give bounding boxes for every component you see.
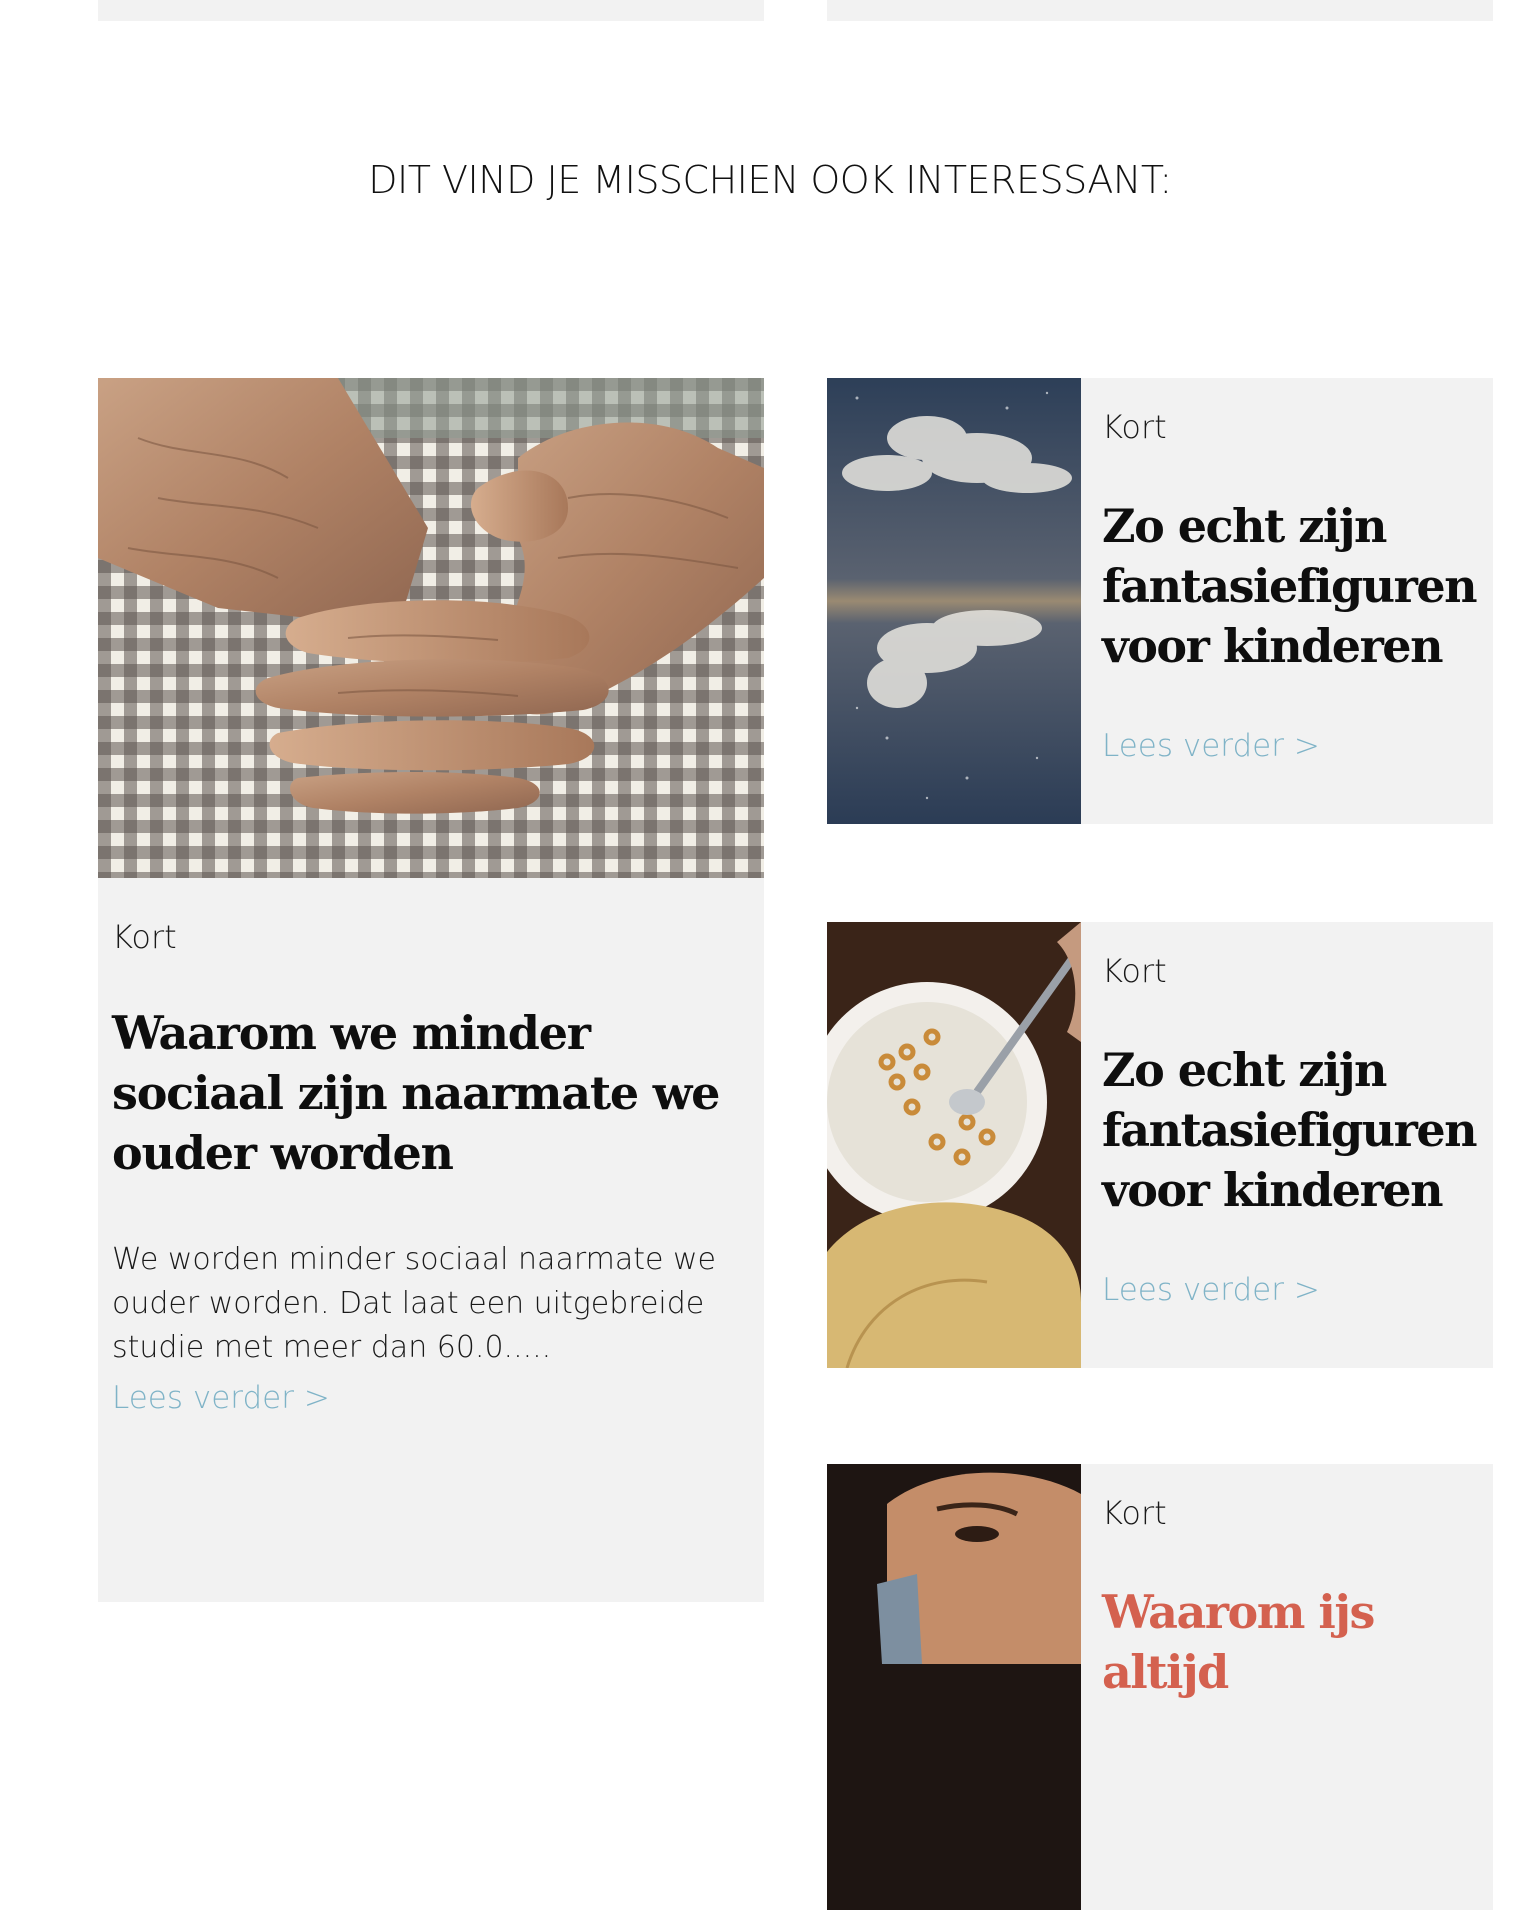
article-card-title[interactable]: Waarom ijs altijd [1102,1582,1482,1702]
article-card-title[interactable]: Zo echt zijn fantasiefiguren voor kinder… [1102,1040,1482,1220]
featured-article-title[interactable]: Waarom we minder sociaal zijn naarmate w… [112,1003,732,1183]
article-card[interactable]: Kort Waarom ijs altijd [827,1464,1493,1910]
article-card-category: Kort [1102,408,1167,446]
article-card-category: Kort [1102,952,1167,990]
featured-article-card[interactable]: Kort Waarom we minder sociaal zijn naarm… [98,378,764,1602]
article-card-image[interactable] [827,922,1081,1368]
read-more-link[interactable]: Lees verder > [1102,1272,1320,1308]
read-more-link[interactable]: Lees verder > [1102,728,1320,764]
previous-card-bottom-right [827,0,1493,21]
featured-article-category: Kort [112,918,177,956]
article-card-category: Kort [1102,1494,1167,1532]
featured-article-image[interactable] [98,378,764,878]
article-card-image[interactable] [827,378,1081,824]
section-title: DIT VIND JE MISSCHIEN OOK INTERESSANT: [368,158,1172,202]
article-card[interactable]: Kort Zo echt zijn fantasiefiguren voor k… [827,378,1493,824]
article-card[interactable]: Kort Zo echt zijn fantasiefiguren voor k… [827,922,1493,1368]
previous-card-bottom-left [98,0,764,21]
article-card-image[interactable] [827,1464,1081,1910]
article-card-title[interactable]: Zo echt zijn fantasiefiguren voor kinder… [1102,496,1482,676]
featured-article-excerpt: We worden minder sociaal naarmate we oud… [112,1242,716,1365]
featured-read-more-link[interactable]: Lees verder > [112,1380,330,1416]
